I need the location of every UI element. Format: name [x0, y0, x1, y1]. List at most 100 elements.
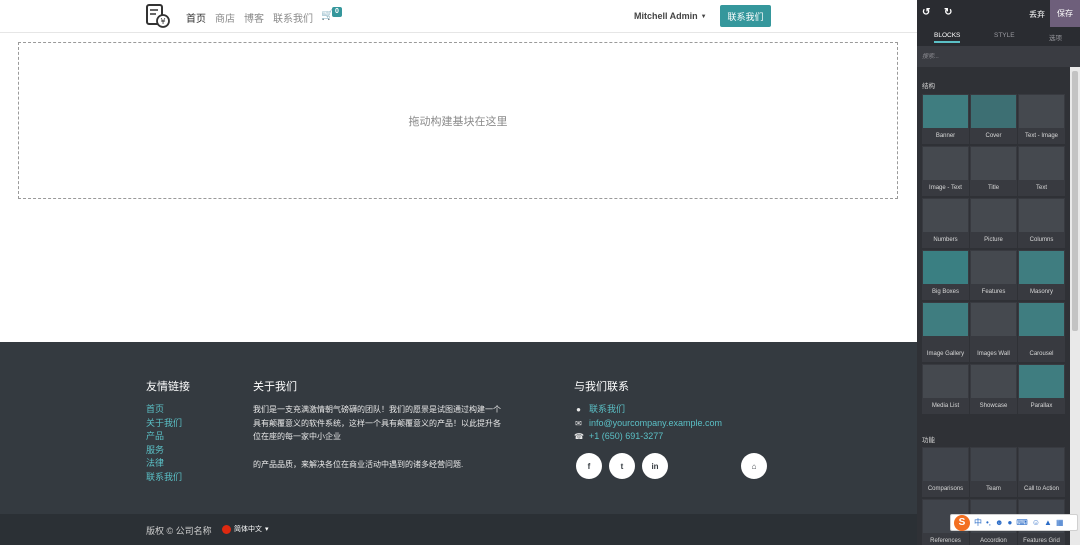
footer-contact-email-text: info@yourcompany.example.com: [589, 417, 723, 428]
block-thumbnail: [923, 199, 968, 232]
block-label: Text: [1035, 185, 1047, 191]
block-label: Images Wall: [977, 351, 1010, 357]
facebook-icon[interactable]: f: [576, 453, 602, 479]
shirt-icon[interactable]: ▲: [1044, 518, 1052, 527]
caret-down-icon: ▾: [265, 526, 269, 533]
structure-block[interactable]: Big Boxes: [922, 250, 969, 300]
block-label: Team: [986, 486, 1001, 492]
footer-link-services[interactable]: 服务: [146, 444, 190, 458]
structure-block[interactable]: Image Gallery: [922, 302, 969, 362]
footer-link-about[interactable]: 关于我们: [146, 417, 190, 431]
structure-block[interactable]: Cover: [970, 94, 1017, 144]
footer-link-products[interactable]: 产品: [146, 430, 190, 444]
editor-panel: ↺ ↻ 丢弃 保存 BLOCKS STYLE 选项 搜索... 结构 Banne…: [917, 0, 1080, 545]
ime-toolbar[interactable]: S 中 •, ☻ ● ⌨ ☺ ▲ ▦: [950, 514, 1078, 531]
structure-block[interactable]: Showcase: [970, 364, 1017, 414]
block-label: Parallax: [1030, 403, 1053, 409]
drop-zone[interactable]: 拖动构建基块在这里: [18, 42, 898, 199]
china-flag-icon: [222, 524, 231, 534]
feature-block[interactable]: Call to Action: [1018, 447, 1065, 497]
undo-icon[interactable]: ↺: [922, 7, 930, 18]
logo-icon[interactable]: ¥: [145, 3, 171, 29]
block-thumbnail: [1019, 448, 1064, 481]
block-label: Media List: [931, 403, 960, 409]
nav-home[interactable]: 首页: [186, 10, 206, 25]
keyboard-icon[interactable]: ⌨: [1016, 518, 1028, 527]
block-label: Image Gallery: [926, 351, 965, 357]
structure-block[interactable]: Parallax: [1018, 364, 1065, 414]
block-thumbnail: [971, 251, 1016, 284]
cart-count-badge: 0: [332, 7, 342, 17]
tab-blocks[interactable]: BLOCKS: [934, 32, 961, 43]
structure-block[interactable]: Image - Text: [922, 146, 969, 196]
structure-block[interactable]: Banner: [922, 94, 969, 144]
block-label: Accordion: [980, 538, 1007, 544]
footer-contact-email[interactable]: ✉ info@yourcompany.example.com: [574, 417, 722, 431]
microphone-icon[interactable]: ●: [1007, 518, 1012, 527]
block-label: Features Grid: [1023, 538, 1060, 544]
structure-block[interactable]: Title: [970, 146, 1017, 196]
drop-zone-hint: 拖动构建基块在这里: [408, 115, 508, 128]
nav-contact[interactable]: 联系我们: [273, 10, 313, 25]
structure-blocks-grid: Banner Cover Text - Image Image - Text Title…: [922, 94, 1065, 414]
block-search-input[interactable]: 搜索...: [917, 46, 1080, 67]
footer-links-column: 友情链接 首页 关于我们 产品 服务 法律 联系我们: [146, 378, 190, 484]
footer-contact-phone[interactable]: ☎ +1 (650) 691-3277: [574, 430, 722, 444]
contact-us-button[interactable]: 联系我们: [720, 5, 771, 27]
structure-block[interactable]: Numbers: [922, 198, 969, 248]
feature-block[interactable]: Comparisons: [922, 447, 969, 497]
block-thumbnail: [1019, 199, 1064, 232]
twitter-icon[interactable]: t: [609, 453, 635, 479]
user-icon[interactable]: ☺: [1032, 518, 1040, 527]
structure-block[interactable]: Masonry: [1018, 250, 1065, 300]
structure-block[interactable]: Features: [970, 250, 1017, 300]
block-thumbnail: [971, 199, 1016, 232]
section-structure-label: 结构: [922, 83, 935, 90]
block-label: Text - Image: [1024, 133, 1058, 139]
punctuation-icon[interactable]: •,: [986, 518, 991, 527]
footer-link-home[interactable]: 首页: [146, 403, 190, 417]
block-thumbnail: [923, 147, 968, 180]
nav-shop[interactable]: 商店: [215, 10, 235, 25]
tab-options[interactable]: 选项: [1049, 32, 1062, 42]
structure-block[interactable]: Images Wall: [970, 302, 1017, 362]
home-icon[interactable]: ⌂: [741, 453, 767, 479]
structure-block[interactable]: Picture: [970, 198, 1017, 248]
copyright-text: 版权 © 公司名称: [146, 526, 212, 536]
sogou-icon[interactable]: S: [954, 514, 970, 531]
scrollbar-thumb[interactable]: [1072, 71, 1078, 331]
linkedin-icon[interactable]: in: [642, 453, 668, 479]
block-thumbnail: [923, 95, 968, 128]
discard-button[interactable]: 丢弃: [1029, 9, 1045, 20]
footer-link-legal[interactable]: 法律: [146, 457, 190, 471]
feature-block[interactable]: Team: [970, 447, 1017, 497]
copyright-bar: 版权 © 公司名称 简体中文 ▾: [0, 514, 917, 545]
block-thumbnail: [971, 448, 1016, 481]
tab-style[interactable]: STYLE: [994, 32, 1015, 39]
structure-block[interactable]: Columns: [1018, 198, 1065, 248]
block-thumbnail: [923, 251, 968, 284]
structure-block[interactable]: Carousel: [1018, 302, 1065, 362]
footer-about-column: 关于我们 我们是一支充满激情朝气磅礴的团队！我们的愿景是试图通过构建一个具有颠覆…: [253, 378, 503, 471]
block-thumbnail: [923, 365, 968, 398]
cart-link[interactable]: 🛒 0: [321, 7, 342, 21]
structure-block[interactable]: Text - Image: [1018, 94, 1065, 144]
nav-blog[interactable]: 博客: [244, 10, 264, 25]
emoji-icon[interactable]: ☻: [995, 518, 1003, 527]
ime-mode-label[interactable]: 中: [974, 517, 982, 528]
grid-icon[interactable]: ▦: [1056, 518, 1064, 527]
language-selector[interactable]: 简体中文 ▾: [222, 524, 269, 534]
footer-contact-chat-text: 联系我们: [589, 404, 626, 414]
block-label: Banner: [935, 133, 956, 139]
footer-contact-chat[interactable]: ● 联系我们: [574, 403, 722, 417]
user-menu[interactable]: Mitchell Admin ▼: [634, 11, 707, 21]
structure-block[interactable]: Text: [1018, 146, 1065, 196]
panel-scrollbar[interactable]: [1070, 67, 1080, 545]
redo-icon[interactable]: ↻: [944, 7, 952, 18]
save-button[interactable]: 保存: [1050, 0, 1080, 27]
block-thumbnail: [1019, 95, 1064, 128]
footer-about-text-2: 的产品品质，来解决各位在商业活动中遇到的诸多经营问题.: [253, 459, 464, 469]
structure-block[interactable]: Media List: [922, 364, 969, 414]
footer-link-contact[interactable]: 联系我们: [146, 471, 190, 485]
block-thumbnail: [1019, 251, 1064, 284]
